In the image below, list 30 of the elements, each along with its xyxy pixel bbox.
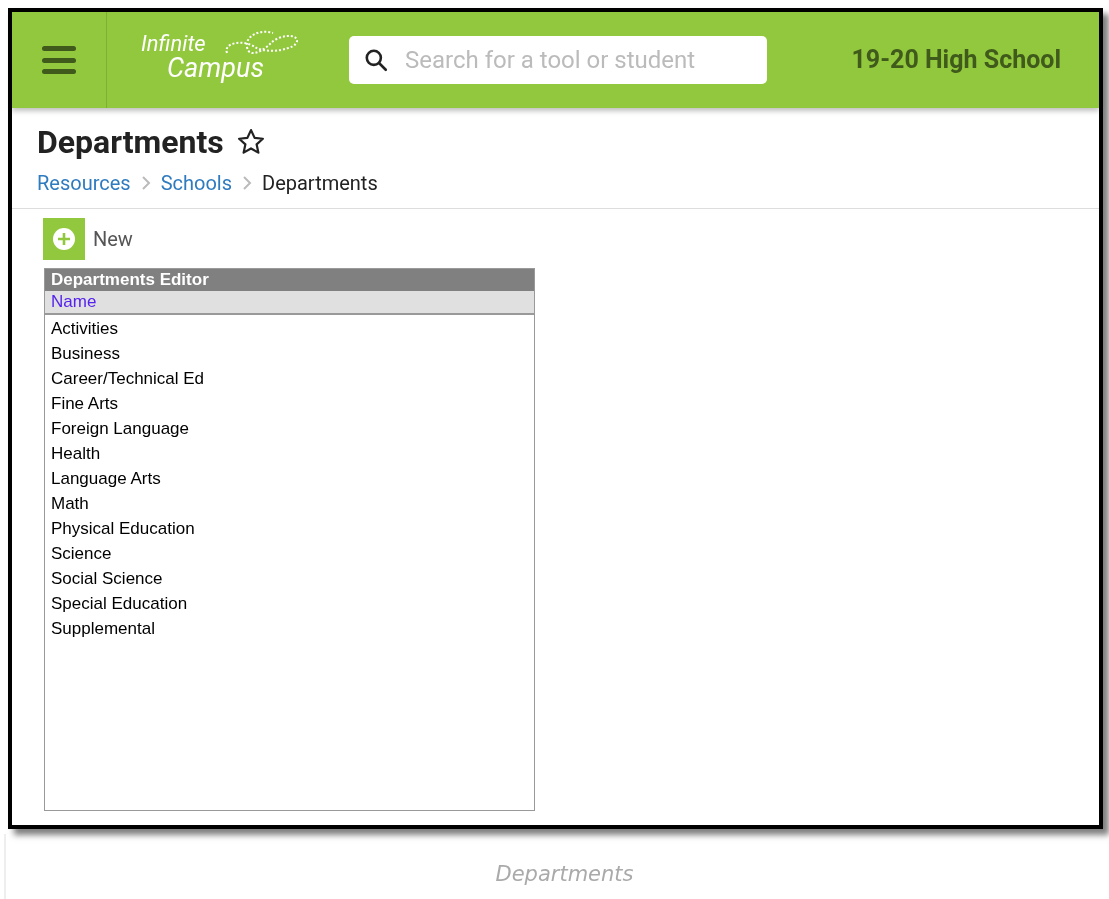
list-row[interactable]: Math bbox=[45, 491, 534, 516]
list-row[interactable]: Science bbox=[45, 541, 534, 566]
page-title: Departments bbox=[37, 122, 224, 162]
logo-text: Infinite bbox=[141, 33, 206, 55]
list-row[interactable]: Activities bbox=[45, 316, 534, 341]
menu-icon[interactable] bbox=[42, 46, 76, 74]
list-row[interactable]: Business bbox=[45, 341, 534, 366]
list-row[interactable]: Language Arts bbox=[45, 466, 534, 491]
breadcrumb-current: Departments bbox=[262, 170, 378, 197]
column-header[interactable]: Name bbox=[45, 291, 534, 315]
editor-title: Departments Editor bbox=[45, 269, 534, 291]
list-row[interactable]: Supplemental bbox=[45, 616, 534, 641]
list-row[interactable]: Physical Education bbox=[45, 516, 534, 541]
chevron-icon bbox=[140, 176, 151, 190]
search-icon bbox=[363, 47, 389, 73]
new-label[interactable]: New bbox=[93, 224, 133, 254]
chevron-icon bbox=[242, 176, 253, 190]
list-row[interactable]: Foreign Language bbox=[45, 416, 534, 441]
school-name[interactable]: 19-20 High School bbox=[851, 41, 1061, 79]
breadcrumb-link[interactable]: Schools bbox=[160, 168, 233, 198]
star-icon[interactable] bbox=[235, 127, 266, 157]
list-row[interactable]: Health bbox=[45, 441, 534, 466]
figure-caption: Departments bbox=[495, 861, 634, 888]
list-row[interactable]: Social Science bbox=[45, 566, 534, 591]
logo-text: Campus bbox=[167, 55, 264, 82]
breadcrumb-link[interactable]: Resources bbox=[37, 168, 131, 198]
list-row[interactable]: Career/Technical Ed bbox=[45, 366, 534, 391]
list-row[interactable]: Special Education bbox=[45, 591, 534, 616]
search-field[interactable]: Search for a tool or student bbox=[349, 36, 767, 84]
list-row[interactable]: Fine Arts bbox=[45, 391, 534, 416]
